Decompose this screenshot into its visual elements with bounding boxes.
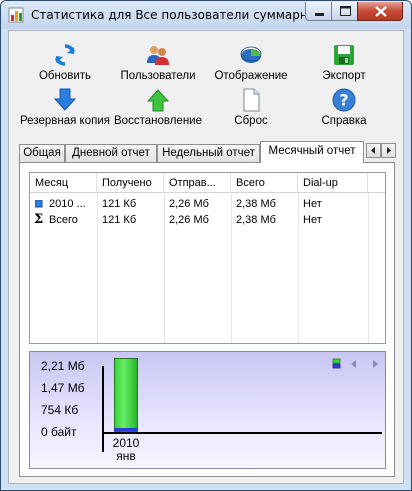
y-tick-label: 754 Кб [41,403,79,418]
chart-x-axis [102,432,382,434]
tab-general-label: Общая [23,147,61,159]
maximize-icon [340,6,351,16]
monthly-chart: 2,21 Мб 1,47 Мб 754 Кб 0 байт 2010 янв [29,351,386,469]
chevron-right-icon [387,147,391,154]
table-row[interactable]: Σ Всего 121 Кб 2,26 Мб 2,38 Мб Нет [30,212,385,228]
report-tabs: Общая Дневной отчет Недельный отчет Меся… [19,141,396,163]
x-tick-label: 2010 [112,436,140,450]
cell-dialup: Нет [303,198,322,210]
maximize-button[interactable] [331,2,358,21]
help-button[interactable]: ? Справка [294,88,394,132]
column-header-dialup[interactable]: Dial-up [298,173,368,193]
users-icon [147,46,169,65]
y-tick-label: 2,21 Мб [41,359,85,373]
cell-total: 2,38 Мб [236,214,276,226]
window-title: Статистика для Все пользователи суммарно [31,8,316,22]
chevron-left-icon [371,147,375,154]
cell-received: 121 Кб [102,198,137,210]
column-header-total[interactable]: Всего [231,173,298,193]
tab-scroll-left-button[interactable] [366,143,381,158]
y-tick-label: 0 байт [41,425,77,439]
tab-monthly[interactable]: Месячный отчет [260,141,364,163]
export-label: Экспорт [322,70,366,82]
cell-month: 2010 ... [49,198,86,210]
cell-month: Всего [49,214,78,226]
table-row[interactable]: 2010 ... 121 Кб 2,26 Мб 2,38 Мб Нет [30,196,385,212]
table-header: Месяц Получено Отправ... Всего Dial-up [30,173,385,193]
app-icon [8,7,24,23]
reset-icon [243,88,260,112]
export-icon [334,45,354,65]
cell-sent: 2,26 Мб [169,214,209,226]
x-tick-label: янв [116,449,136,463]
cell-dialup: Нет [303,214,322,226]
monthly-table[interactable]: Месяц Получено Отправ... Всего Dial-up 2… [29,172,386,344]
column-header-sent[interactable]: Отправ... [164,173,231,193]
tab-scroll-right-button[interactable] [381,143,396,158]
chart-next-icon[interactable] [370,358,380,370]
chart-bar-sent [114,428,138,431]
restore-icon [146,89,170,112]
close-button[interactable] [357,2,403,21]
backup-icon [53,88,77,111]
app-window: Статистика для Все пользователи суммарно… [0,0,412,491]
cell-sent: 2,26 Мб [169,198,209,210]
chart-prev-icon[interactable] [349,358,359,370]
title-bar[interactable]: Статистика для Все пользователи суммарно [1,1,411,29]
chart-y-axis [102,366,104,452]
y-tick-label: 1,47 Мб [41,381,85,396]
column-header-month[interactable]: Месяц [30,173,97,193]
cell-received: 121 Кб [102,214,137,226]
help-label: Справка [321,115,367,127]
minimize-button[interactable] [305,2,332,21]
legend-icon[interactable] [332,358,342,370]
tab-monthly-label: Месячный отчет [268,145,356,157]
close-icon [375,6,387,17]
monthly-report-panel: Месяц Получено Отправ... Всего Dial-up 2… [19,162,395,477]
sum-icon: Σ [34,212,44,227]
tab-general[interactable]: Общая [19,144,65,163]
tab-daily[interactable]: Дневной отчет [65,144,157,163]
help-icon: ? [332,88,356,112]
cell-total: 2,38 Мб [236,198,276,210]
tab-weekly[interactable]: Недельный отчет [157,144,260,163]
svg-text:?: ? [339,91,348,110]
column-header-received[interactable]: Получено [97,173,164,193]
refresh-icon [54,44,76,66]
export-button[interactable]: Экспорт [294,43,394,87]
client-area: Обновить Пользователи Отображение Экспор… [8,30,404,484]
display-icon [240,46,262,63]
tab-weekly-label: Недельный отчет [162,147,255,159]
month-icon [35,200,43,208]
tab-daily-label: Дневной отчет [72,147,150,159]
chart-bar[interactable] [114,358,138,432]
minimize-icon [315,13,324,16]
